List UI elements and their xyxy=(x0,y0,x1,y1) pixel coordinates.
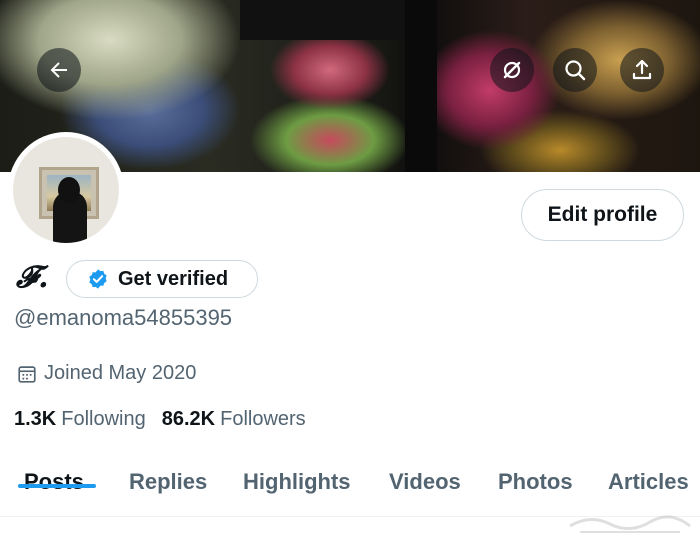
get-verified-label: Get verified xyxy=(118,267,229,290)
tab-highlights[interactable]: Highlights xyxy=(243,455,351,517)
watermark-logo xyxy=(569,515,691,533)
joined-label: Joined May 2020 xyxy=(44,362,197,384)
following-link[interactable]: 1.3K Following xyxy=(14,408,146,431)
user-handle: @emanoma54855395 xyxy=(14,305,233,330)
grok-button[interactable] xyxy=(490,48,534,92)
share-icon xyxy=(632,59,652,80)
grok-icon xyxy=(503,61,521,79)
calendar-icon xyxy=(18,365,36,383)
back-button[interactable] xyxy=(37,48,81,92)
banner-pillar xyxy=(405,0,437,172)
followers-label: Followers xyxy=(220,408,306,430)
tab-replies[interactable]: Replies xyxy=(129,455,207,517)
following-count: 1.3K xyxy=(14,408,57,430)
avatar-photo xyxy=(13,137,119,243)
follow-stats: 1.3K Following 86.2K Followers xyxy=(14,408,322,431)
followers-count: 86.2K xyxy=(161,408,216,430)
search-icon xyxy=(565,60,586,81)
followers-link[interactable]: 86.2K Followers xyxy=(162,408,306,431)
avatar[interactable] xyxy=(8,132,124,248)
search-button[interactable] xyxy=(553,48,597,92)
share-button[interactable] xyxy=(620,48,664,92)
avatar-person-head xyxy=(58,177,80,203)
active-tab-indicator xyxy=(18,484,96,488)
tab-videos[interactable]: Videos xyxy=(389,455,461,517)
get-verified-button[interactable]: Get verified xyxy=(66,260,258,298)
arrow-left-icon xyxy=(50,62,67,78)
banner-shadow xyxy=(240,0,410,40)
verified-badge-icon xyxy=(89,269,107,289)
edit-profile-button[interactable]: Edit profile xyxy=(521,189,684,241)
following-label: Following xyxy=(61,408,146,430)
display-name: 𝓕. xyxy=(16,260,49,295)
joined-date: Joined May 2020 xyxy=(16,362,196,385)
